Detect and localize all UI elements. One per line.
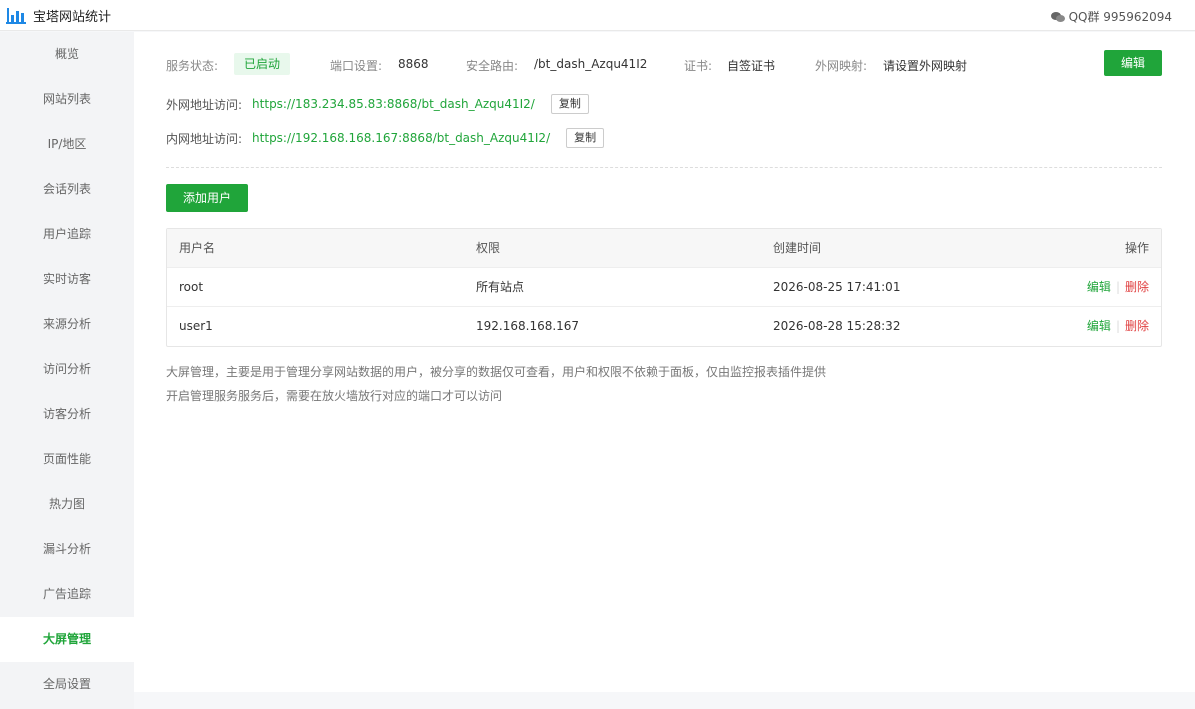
sidebar-item-heatmap[interactable]: 热力图: [0, 482, 134, 527]
cell-username: root: [179, 280, 204, 294]
delete-user-button[interactable]: 删除: [1125, 319, 1149, 333]
sidebar-item-dashboard-management[interactable]: 大屏管理: [0, 617, 134, 662]
mapping-label: 外网映射:: [815, 59, 868, 73]
sidebar-item-global-settings[interactable]: 全局设置: [0, 662, 134, 707]
cell-username: user1: [179, 319, 213, 333]
private-url-row: 内网地址访问: https://192.168.168.167:8868/bt_…: [166, 127, 605, 149]
sidebar-item-page-performance[interactable]: 页面性能: [0, 437, 134, 482]
table-header-row: 用户名 权限 创建时间 操作: [167, 229, 1161, 268]
cell-created-time: 2026-08-28 15:28:32: [773, 319, 901, 333]
sidebar: 概览 网站列表 IP/地区 会话列表 用户追踪 实时访客 来源分析 访问分析 访…: [0, 32, 134, 709]
route-value: /bt_dash_Azqu41I2: [534, 57, 648, 71]
sidebar-item-ad-tracking[interactable]: 广告追踪: [0, 572, 134, 617]
sidebar-item-sessions[interactable]: 会话列表: [0, 167, 134, 212]
edit-user-button[interactable]: 编辑: [1087, 280, 1111, 294]
delete-user-button[interactable]: 删除: [1125, 280, 1149, 294]
header-permission: 权限: [476, 241, 501, 255]
sidebar-item-realtime-visitors[interactable]: 实时访客: [0, 257, 134, 302]
qq-icon: [1050, 11, 1065, 22]
cert-label: 证书:: [684, 59, 713, 73]
help-note-line: 大屏管理，主要是用于管理分享网站数据的用户，被分享的数据仅可查看，用户和权限不依…: [166, 365, 827, 379]
help-note-line: 开启管理服务服务后，需要在放火墙放行对应的端口才可以访问: [166, 389, 503, 403]
qq-group-link[interactable]: QQ群 995962094: [1050, 8, 1172, 25]
qq-group-label: QQ群 995962094: [1068, 10, 1172, 24]
help-notes: 大屏管理，主要是用于管理分享网站数据的用户，被分享的数据仅可查看，用户和权限不依…: [166, 360, 826, 408]
public-url-label: 外网地址访问:: [166, 97, 243, 112]
sidebar-item-funnel[interactable]: 漏斗分析: [0, 527, 134, 572]
bar-chart-icon: [6, 7, 26, 24]
cell-created-time: 2026-08-25 17:41:01: [773, 280, 901, 294]
service-status-badge: 已启动: [234, 53, 291, 75]
service-status-row: 服务状态: 已启动 端口设置: 8868 安全路由: /bt_dash_Azqu…: [166, 50, 1162, 77]
app-logo: 宝塔网站统计: [6, 6, 111, 25]
header-actions: 操作: [1124, 241, 1149, 255]
private-url-label: 内网地址访问:: [166, 131, 243, 146]
section-divider: [166, 167, 1162, 168]
port-label: 端口设置:: [330, 59, 383, 73]
sidebar-item-site-list[interactable]: 网站列表: [0, 77, 134, 122]
port-value: 8868: [398, 57, 429, 71]
copy-public-url-button[interactable]: 复制: [550, 94, 589, 114]
public-url-row: 外网地址访问: https://183.234.85.83:8868/bt_da…: [166, 93, 589, 115]
table-row: root 所有站点 2026-08-25 17:41:01 编辑 | 删除: [167, 268, 1161, 307]
cell-actions: 编辑 | 删除: [1087, 268, 1149, 307]
app-title: 宝塔网站统计: [33, 10, 112, 25]
action-separator: |: [1115, 280, 1120, 294]
private-url-link[interactable]: https://192.168.168.167:8868/bt_dash_Azq…: [252, 131, 550, 145]
header-created-time: 创建时间: [773, 241, 822, 255]
public-url-link[interactable]: https://183.234.85.83:8868/bt_dash_Azqu4…: [252, 97, 535, 111]
table-row: user1 192.168.168.167 2026-08-28 15:28:3…: [167, 307, 1161, 346]
user-table: 用户名 权限 创建时间 操作 root 所有站点 2026-08-25 17:4…: [166, 228, 1162, 347]
sidebar-item-user-tracking[interactable]: 用户追踪: [0, 212, 134, 257]
main-panel: 服务状态: 已启动 端口设置: 8868 安全路由: /bt_dash_Azqu…: [134, 32, 1195, 692]
sidebar-item-ip-region[interactable]: IP/地区: [0, 122, 134, 167]
edit-user-button[interactable]: 编辑: [1087, 319, 1111, 333]
cell-permission: 所有站点: [476, 280, 525, 294]
cert-value: 自签证书: [727, 59, 776, 73]
edit-settings-button[interactable]: 编辑: [1104, 50, 1162, 76]
sidebar-item-overview[interactable]: 概览: [0, 32, 134, 77]
service-status-label: 服务状态:: [166, 59, 219, 73]
route-label: 安全路由:: [466, 59, 519, 73]
cell-actions: 编辑 | 删除: [1087, 307, 1149, 346]
sidebar-item-visitor-analysis[interactable]: 访客分析: [0, 392, 134, 437]
header-username: 用户名: [179, 241, 216, 255]
sidebar-item-source-analysis[interactable]: 来源分析: [0, 302, 134, 347]
action-separator: |: [1115, 319, 1120, 333]
cell-permission: 192.168.168.167: [476, 319, 580, 333]
add-user-button[interactable]: 添加用户: [166, 184, 248, 212]
sidebar-item-visit-analysis[interactable]: 访问分析: [0, 347, 134, 392]
top-bar: 宝塔网站统计 QQ群 995962094: [0, 0, 1195, 31]
copy-private-url-button[interactable]: 复制: [566, 128, 605, 148]
mapping-value: 请设置外网映射: [883, 59, 968, 73]
